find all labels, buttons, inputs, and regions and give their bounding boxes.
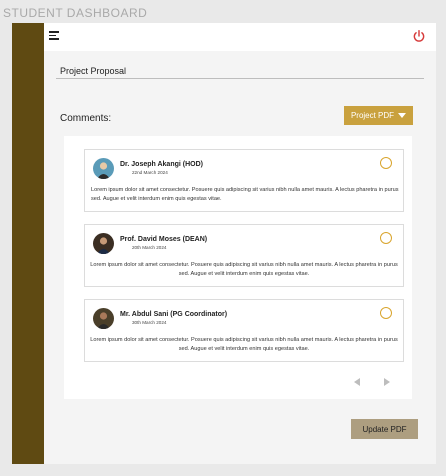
comment-text: Lorem ipsum dolor sit amet consectetur. … — [90, 337, 398, 352]
comment-author: Mr. Abdul Sani (PG Coordinator) — [120, 311, 228, 318]
comment-card: Mr. Abdul Sani (PG Coordinator) 30th Mar… — [84, 299, 404, 362]
section-divider — [56, 78, 424, 79]
avatar — [93, 158, 114, 179]
avatar — [93, 233, 114, 254]
comment-radio[interactable] — [380, 232, 392, 244]
avatar — [93, 308, 114, 329]
comment-radio[interactable] — [380, 307, 392, 319]
comment-date: 30th March 2024 — [132, 320, 167, 325]
comment-card: Prof. David Moses (DEAN) 20th March 2024… — [84, 224, 404, 287]
comments-label: Comments: — [60, 113, 112, 124]
comment-date: 20th March 2024 — [132, 245, 167, 250]
project-pdf-button-label: Project PDF — [350, 111, 395, 120]
pagination — [354, 376, 404, 390]
main-content: Project Proposal Comments: Project PDF D… — [44, 23, 436, 464]
chevron-left-icon[interactable] — [354, 378, 360, 386]
chevron-right-icon[interactable] — [384, 378, 390, 386]
comments-panel: Dr. Joseph Akangi (HOD) 22nd March 2024 … — [64, 136, 412, 399]
sidebar — [12, 23, 44, 464]
comment-author: Dr. Joseph Akangi (HOD) — [120, 161, 203, 168]
power-icon[interactable] — [412, 29, 426, 43]
comment-text: Lorem ipsum dolor sit amet consectetur. … — [90, 262, 398, 277]
top-bar — [44, 23, 436, 51]
project-pdf-button[interactable]: Project PDF — [344, 106, 413, 125]
section-title: Project Proposal — [60, 66, 127, 76]
page-label: STUDENT DASHBOARD — [3, 6, 148, 20]
update-pdf-button[interactable]: Update PDF — [351, 419, 418, 439]
comment-card: Dr. Joseph Akangi (HOD) 22nd March 2024 … — [84, 149, 404, 212]
comment-author: Prof. David Moses (DEAN) — [120, 236, 208, 243]
caret-down-icon — [398, 113, 407, 118]
hamburger-menu-icon[interactable] — [49, 31, 59, 40]
comment-radio[interactable] — [380, 157, 392, 169]
comment-date: 22nd March 2024 — [132, 170, 168, 175]
comment-text: Lorem ipsum dolor sit amet consectetur. … — [91, 187, 399, 202]
